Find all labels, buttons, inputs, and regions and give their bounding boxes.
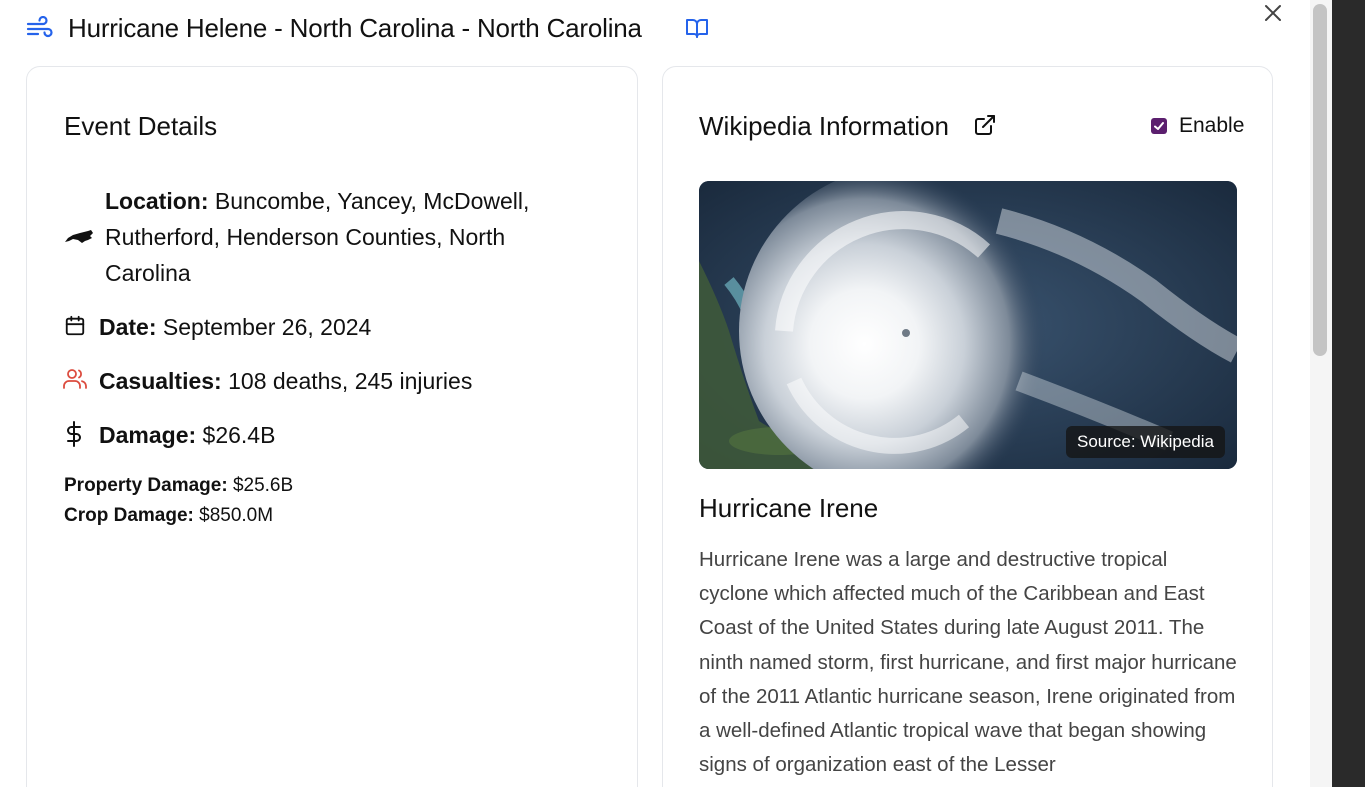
scrollbar-thumb[interactable] — [1313, 4, 1327, 356]
casualties-label: Casualties: — [99, 368, 222, 394]
enable-label: Enable — [1179, 114, 1245, 137]
dollar-icon — [67, 421, 81, 447]
event-details-card: Event Details Location: Buncombe, Yancey… — [26, 66, 638, 787]
property-damage-value: $25.6B — [232, 475, 294, 496]
crop-damage-value: $850.0M — [199, 505, 274, 526]
check-icon — [1154, 122, 1164, 130]
location-detail: Location: Buncombe, Yancey, McDowell, Ru… — [105, 183, 575, 291]
date-label: Date: — [99, 314, 157, 340]
calendar-icon — [65, 315, 85, 336]
article-text: Hurricane Irene was a large and destruct… — [699, 548, 1237, 777]
casualties-detail: Casualties: 108 deaths, 245 injuries — [99, 363, 472, 399]
property-damage-detail: Property Damage: $25.6B — [64, 471, 293, 501]
property-damage-label: Property Damage: — [64, 475, 228, 496]
damage-label: Damage: — [99, 422, 197, 448]
enable-checkbox[interactable] — [1151, 118, 1167, 134]
wikipedia-title: Wikipedia Information — [699, 111, 949, 141]
damage-detail: Damage: $26.4B — [99, 417, 275, 453]
crop-damage-detail: Crop Damage: $850.0M — [64, 501, 273, 531]
enable-toggle[interactable]: Enable — [1151, 113, 1244, 139]
wind-icon — [26, 16, 53, 38]
article-title: Hurricane Irene — [699, 493, 879, 523]
users-icon — [63, 369, 87, 389]
north-carolina-state-icon — [65, 230, 93, 243]
modal-header: Hurricane Helene - North Carolina - Nort… — [0, 0, 1310, 60]
book-open-icon[interactable] — [685, 16, 709, 40]
event-details-title: Event Details — [64, 111, 218, 141]
modal-title: Hurricane Helene - North Carolina - Nort… — [68, 13, 642, 43]
background-window-edge — [1332, 0, 1365, 787]
date-detail: Date: September 26, 2024 — [99, 309, 371, 345]
damage-value: $26.4B — [202, 422, 276, 448]
crop-damage-label: Crop Damage: — [64, 505, 194, 526]
image-source-badge: Source: Wikipedia — [1065, 426, 1225, 458]
wikipedia-card: Wikipedia Information Enable Source: Wik… — [662, 66, 1273, 787]
location-label: Location: — [105, 188, 209, 214]
close-icon[interactable] — [1262, 2, 1284, 24]
hurricane-satellite-image: Source: Wikipedia — [699, 181, 1237, 469]
casualties-value: 108 deaths, 245 injuries — [228, 368, 473, 394]
date-value: September 26, 2024 — [162, 314, 372, 340]
external-link-icon[interactable] — [973, 113, 997, 137]
